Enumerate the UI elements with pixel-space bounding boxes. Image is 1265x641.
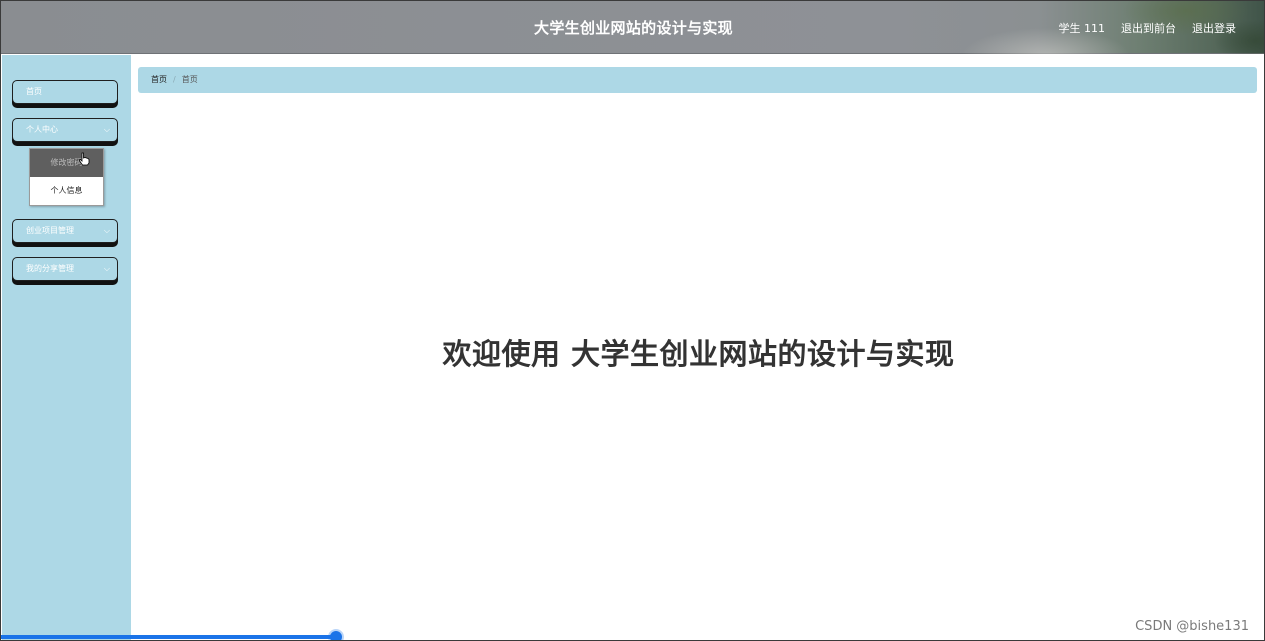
hand-pointer-icon: [79, 152, 90, 166]
sidebar-item-startup-projects[interactable]: 创业项目管理 ⌵: [12, 219, 118, 243]
personal-center-submenu: 修改密码 个人信息: [29, 148, 104, 206]
welcome-message: 欢迎使用 大学生创业网站的设计与实现: [442, 337, 955, 371]
submenu-item-change-password[interactable]: 修改密码: [30, 149, 103, 177]
sidebar-item-label: 首页: [26, 87, 42, 96]
logout-link[interactable]: 退出登录: [1192, 20, 1236, 36]
chevron-down-icon: ⌵: [103, 264, 110, 273]
sidebar-item-my-shares[interactable]: 我的分享管理 ⌵: [12, 257, 118, 281]
video-progress-fill: [1, 635, 336, 639]
sidebar-item-label: 我的分享管理: [26, 264, 74, 273]
breadcrumb-home-link[interactable]: 首页: [151, 75, 167, 84]
current-user-label: 学生 111: [1058, 22, 1106, 35]
breadcrumb: 首页 / 首页: [138, 67, 1257, 93]
breadcrumb-current: 首页: [181, 75, 198, 84]
video-progress-bar[interactable]: [1, 631, 1264, 640]
breadcrumb-separator: /: [173, 75, 176, 84]
back-to-front-link[interactable]: 退出到前台: [1121, 20, 1176, 36]
sidebar-item-home[interactable]: 首页: [12, 80, 118, 104]
sidebar-item-label: 创业项目管理: [26, 226, 74, 235]
sidebar-item-label: 个人中心: [26, 125, 58, 134]
chevron-down-icon: ⌵: [103, 125, 110, 134]
chevron-down-icon: ⌵: [103, 226, 110, 235]
user-nav: 学生 111 退出到前台 退出登录: [1059, 20, 1237, 36]
watermark: CSDN @bishe131: [1135, 619, 1249, 634]
video-progress-handle[interactable]: [330, 631, 342, 640]
top-header: 大学生创业网站的设计与实现 学生 111 退出到前台 退出登录: [1, 1, 1264, 54]
sidebar-item-personal-center[interactable]: 个人中心 ⌵: [12, 118, 118, 142]
sidebar: 首页 个人中心 ⌵ 修改密码 个人信息 创业项目管理 ⌵ 我的分享管理 ⌵: [2, 55, 131, 640]
app-window: 大学生创业网站的设计与实现 学生 111 退出到前台 退出登录 首页 个人中心 …: [0, 0, 1265, 641]
submenu-item-personal-info[interactable]: 个人信息: [30, 177, 103, 205]
